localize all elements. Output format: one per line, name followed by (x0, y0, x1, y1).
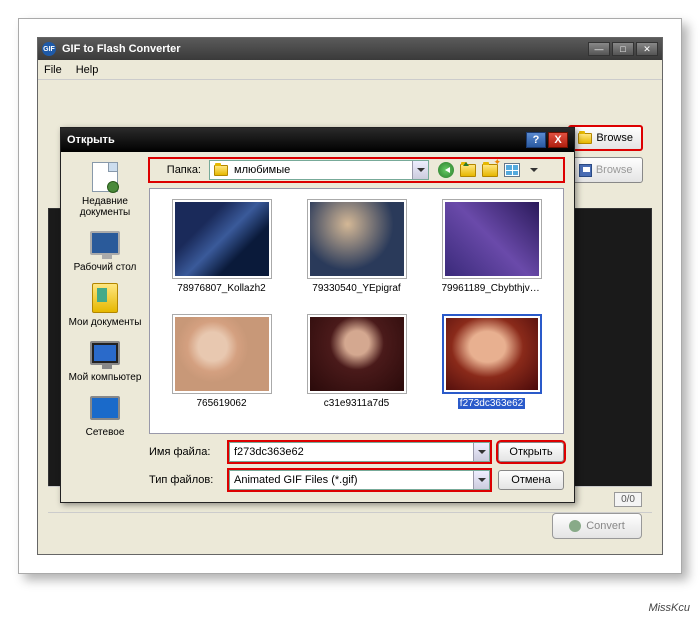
filetype-label: Тип файлов: (149, 474, 221, 486)
watermark: MissKcu (648, 602, 690, 614)
app-titlebar: GIF GIF to Flash Converter — □ ✕ (38, 38, 662, 60)
dialog-titlebar: Открыть ? X (61, 128, 574, 152)
thumbnail-image (445, 202, 539, 276)
file-label: f273dc363e62 (458, 398, 525, 409)
maximize-button[interactable]: □ (612, 42, 634, 56)
browse-button-secondary[interactable]: Browse (568, 157, 643, 183)
right-toolbar: Browse Browse (568, 125, 643, 183)
file-item[interactable]: 78976807_Kollazh2 (160, 199, 283, 308)
chevron-down-icon[interactable] (473, 443, 489, 461)
thumbnail-image (175, 317, 269, 391)
file-label: 78976807_Kollazh2 (177, 283, 265, 294)
new-folder-button[interactable] (481, 161, 499, 179)
place-label: Мой компьютер (69, 372, 142, 383)
place-mycomputer[interactable]: Мой компьютер (61, 334, 149, 385)
folder-icon (578, 133, 592, 144)
app-icon: GIF (42, 42, 56, 56)
file-item[interactable]: 765619062 (160, 314, 283, 423)
convert-label: Convert (586, 520, 625, 532)
open-button[interactable]: Открыть (498, 442, 564, 462)
chevron-down-icon[interactable] (473, 471, 489, 489)
nav-up-button[interactable] (459, 161, 477, 179)
place-recent[interactable]: Недавние документы (61, 158, 149, 220)
menubar: File Help (38, 60, 662, 80)
convert-button[interactable]: Convert (552, 513, 642, 539)
mydocs-icon (92, 283, 118, 313)
place-label: Недавние документы (65, 196, 145, 218)
file-item[interactable]: 79961189_Cbybthjvfirb (430, 199, 553, 308)
thumbnail-image (446, 318, 538, 390)
network-icon (90, 396, 120, 420)
cancel-button[interactable]: Отмена (498, 470, 564, 490)
view-menu-button[interactable] (503, 161, 521, 179)
file-item[interactable]: 79330540_YEpigraf (295, 199, 418, 308)
view-dropdown[interactable] (525, 161, 543, 179)
folder-up-icon (460, 164, 476, 177)
place-network[interactable]: Сетевое (61, 389, 149, 440)
minimize-button[interactable]: — (588, 42, 610, 56)
file-grid: 78976807_Kollazh2 79330540_YEpigraf 7996… (149, 188, 564, 434)
file-label: 765619062 (196, 398, 246, 409)
chevron-down-icon[interactable] (412, 161, 428, 179)
new-folder-icon (482, 164, 498, 177)
menu-help[interactable]: Help (76, 64, 99, 76)
browse-label: Browse (596, 132, 633, 144)
recent-docs-icon (92, 162, 118, 192)
dialog-help-button[interactable]: ? (526, 132, 546, 148)
filetype-combo[interactable] (229, 470, 490, 490)
open-dialog: Открыть ? X Недавние документы Рабочий с… (60, 127, 575, 503)
thumbnail-image (310, 317, 404, 391)
file-label: c31e9311a7d5 (324, 398, 389, 409)
places-bar: Недавние документы Рабочий стол Мои доку… (61, 152, 149, 502)
place-mydocs[interactable]: Мои документы (61, 279, 149, 330)
view-icon (504, 163, 520, 177)
file-label: 79330540_YEpigraf (312, 283, 400, 294)
menu-file[interactable]: File (44, 64, 62, 76)
counter: 0/0 (614, 492, 642, 507)
place-label: Сетевое (86, 427, 125, 438)
close-button[interactable]: ✕ (636, 42, 658, 56)
filename-input[interactable] (230, 443, 473, 461)
filename-combo[interactable] (229, 442, 490, 462)
place-label: Мои документы (69, 317, 142, 328)
convert-icon (569, 520, 581, 532)
nav-back-button[interactable] (437, 161, 455, 179)
lookin-label: Папка: (151, 164, 201, 176)
desktop-icon (90, 231, 120, 255)
save-icon (579, 164, 592, 177)
lookin-row: Папка: (149, 158, 564, 182)
dialog-title: Открыть (67, 134, 526, 146)
lookin-input[interactable] (232, 161, 412, 179)
browse-label-2: Browse (596, 164, 633, 176)
browse-button-primary[interactable]: Browse (568, 125, 643, 151)
file-label: 79961189_Cbybthjvfirb (442, 283, 542, 294)
file-item[interactable]: c31e9311a7d5 (295, 314, 418, 423)
thumbnail-image (175, 202, 269, 276)
place-label: Рабочий стол (74, 262, 137, 273)
back-icon (438, 162, 454, 178)
thumbnail-image (310, 202, 404, 276)
folder-icon (214, 165, 228, 176)
filename-label: Имя файла: (149, 446, 221, 458)
lookin-combo[interactable] (209, 160, 429, 180)
app-title: GIF to Flash Converter (62, 43, 586, 55)
place-desktop[interactable]: Рабочий стол (61, 224, 149, 275)
computer-icon (90, 341, 120, 365)
filetype-input[interactable] (230, 471, 473, 489)
dialog-close-button[interactable]: X (548, 132, 568, 148)
file-item-selected[interactable]: f273dc363e62 (430, 314, 553, 423)
